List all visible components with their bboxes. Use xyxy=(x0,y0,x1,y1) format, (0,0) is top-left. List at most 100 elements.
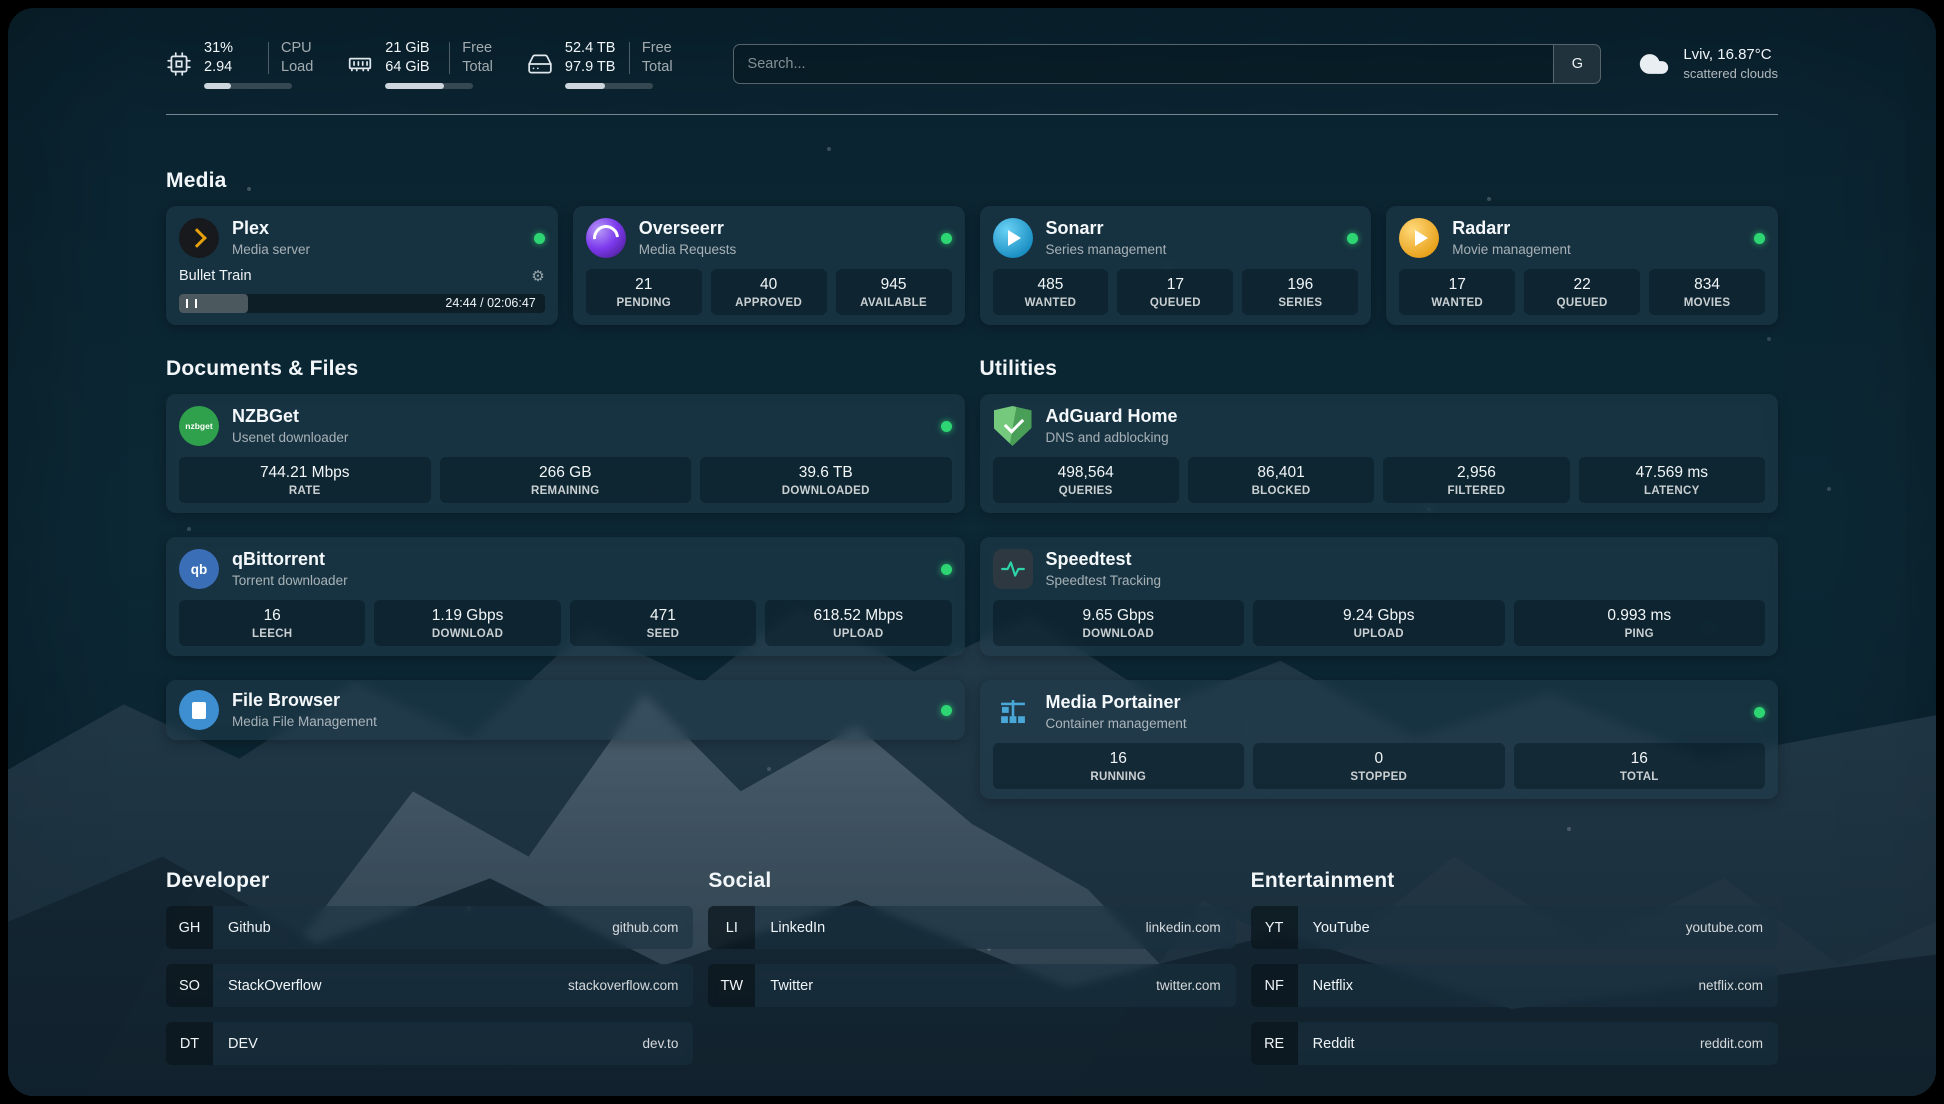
service-card-qbittorrent[interactable]: qb qBittorrent Torrent downloader 16 LEE… xyxy=(166,537,965,656)
memory-progress-bar xyxy=(385,83,473,89)
adguard-icon xyxy=(993,406,1033,446)
service-card-portainer[interactable]: Media Portainer Container management 16 … xyxy=(980,680,1779,799)
stat-blocked: 86,401 BLOCKED xyxy=(1188,457,1374,503)
search-bar: G xyxy=(733,44,1602,84)
cpu-load-label: Load xyxy=(281,58,313,77)
bookmark-row-github[interactable]: GH Github github.com xyxy=(166,906,693,949)
weather-location-temp: Lviv, 16.87°C xyxy=(1683,45,1778,65)
divider xyxy=(449,42,450,74)
service-subtitle: DNS and adblocking xyxy=(1046,430,1178,447)
memory-total-value: 64 GiB xyxy=(385,58,437,77)
stat-queries: 498,564 QUERIES xyxy=(993,457,1179,503)
service-card-radarr[interactable]: Radarr Movie management 17 WANTED 22 QUE… xyxy=(1386,206,1778,325)
stat-upload: 618.52 Mbps UPLOAD xyxy=(765,600,951,646)
disk-icon xyxy=(527,51,553,77)
memory-free-label: Free xyxy=(462,39,493,58)
search-input[interactable] xyxy=(734,45,1554,83)
section-title-documents: Documents & Files xyxy=(166,357,965,381)
service-name: AdGuard Home xyxy=(1046,405,1178,428)
memory-icon xyxy=(347,51,373,77)
bookmark-row-netflix[interactable]: NF Netflix netflix.com xyxy=(1251,964,1778,1007)
status-dot xyxy=(941,564,952,575)
bookmark-abbr: SO xyxy=(166,964,213,1007)
section-title-utilities: Utilities xyxy=(980,357,1779,381)
stat-filtered: 2,956 FILTERED xyxy=(1383,457,1569,503)
bookmark-name: Twitter xyxy=(770,978,813,994)
cpu-icon xyxy=(166,51,192,77)
stat-ping: 0.993 ms PING xyxy=(1514,600,1766,646)
section-title-entertainment: Entertainment xyxy=(1251,869,1778,893)
disk-widget: 52.4 TB 97.9 TB Free Total xyxy=(527,39,673,89)
disk-total-label: Total xyxy=(642,58,673,77)
service-name: Media Portainer xyxy=(1046,691,1187,714)
radarr-icon xyxy=(1399,218,1439,258)
dashboard-stage: 31% 2.94 CPU Load xyxy=(0,0,1944,1104)
service-name: File Browser xyxy=(232,689,377,712)
bookmark-row-youtube[interactable]: YT YouTube youtube.com xyxy=(1251,906,1778,949)
dashboard-screen: 31% 2.94 CPU Load xyxy=(8,8,1936,1096)
stat-wanted: 17 WANTED xyxy=(1399,269,1515,315)
service-name: Radarr xyxy=(1452,217,1571,240)
qbittorrent-icon: qb xyxy=(179,549,219,589)
service-subtitle: Media Requests xyxy=(639,242,737,259)
status-dot xyxy=(1754,707,1765,718)
service-card-plex[interactable]: Plex Media server Bullet Train ⚙ 24:44 /… xyxy=(166,206,558,325)
disk-progress-bar xyxy=(565,83,653,89)
service-card-overseerr[interactable]: Overseerr Media Requests 21 PENDING 40 A… xyxy=(573,206,965,325)
overseerr-icon xyxy=(586,218,626,258)
service-name: NZBGet xyxy=(232,405,348,428)
speedtest-icon xyxy=(993,549,1033,589)
bookmark-url: dev.to xyxy=(643,1036,679,1051)
stat-wanted: 485 WANTED xyxy=(993,269,1109,315)
pause-button[interactable] xyxy=(186,299,197,308)
bookmark-row-dev[interactable]: DT DEV dev.to xyxy=(166,1022,693,1065)
service-subtitle: Media File Management xyxy=(232,714,377,731)
service-card-nzbget[interactable]: nzbget NZBGet Usenet downloader 744.21 M… xyxy=(166,394,965,513)
bookmark-row-linkedin[interactable]: LI LinkedIn linkedin.com xyxy=(708,906,1235,949)
status-dot xyxy=(941,233,952,244)
service-name: qBittorrent xyxy=(232,548,348,571)
stat-downloaded: 39.6 TB DOWNLOADED xyxy=(700,457,952,503)
filebrowser-icon xyxy=(179,690,219,730)
stat-stopped: 0 STOPPED xyxy=(1253,743,1505,789)
bookmark-url: github.com xyxy=(612,920,678,935)
service-name: Sonarr xyxy=(1046,217,1167,240)
now-playing-title: Bullet Train xyxy=(179,268,252,284)
stat-leech: 16 LEECH xyxy=(179,600,365,646)
memory-widget: 21 GiB 64 GiB Free Total xyxy=(347,39,493,89)
divider xyxy=(629,42,630,74)
stat-approved: 40 APPROVED xyxy=(711,269,827,315)
service-card-filebrowser[interactable]: File Browser Media File Management xyxy=(166,680,965,740)
service-card-adguard[interactable]: AdGuard Home DNS and adblocking 498,564 … xyxy=(980,394,1779,513)
memory-total-label: Total xyxy=(462,58,493,77)
portainer-icon xyxy=(993,692,1033,732)
gear-icon[interactable]: ⚙ xyxy=(531,267,544,285)
search-provider-button[interactable]: G xyxy=(1553,45,1600,83)
playback-time: 24:44 / 02:06:47 xyxy=(445,296,535,310)
service-card-sonarr[interactable]: Sonarr Series management 485 WANTED 17 Q… xyxy=(980,206,1372,325)
bookmark-abbr: YT xyxy=(1251,906,1298,949)
bookmark-row-twitter[interactable]: TW Twitter twitter.com xyxy=(708,964,1235,1007)
plex-icon xyxy=(179,218,219,258)
disk-free-label: Free xyxy=(642,39,673,58)
bookmark-url: stackoverflow.com xyxy=(568,978,678,993)
status-dot xyxy=(941,421,952,432)
stat-upload: 9.24 Gbps UPLOAD xyxy=(1253,600,1505,646)
playback-bar[interactable]: 24:44 / 02:06:47 xyxy=(179,294,545,313)
service-subtitle: Media server xyxy=(232,242,310,259)
bookmark-abbr: TW xyxy=(708,964,755,1007)
bookmark-url: linkedin.com xyxy=(1146,920,1221,935)
bookmark-row-stackoverflow[interactable]: SO StackOverflow stackoverflow.com xyxy=(166,964,693,1007)
divider xyxy=(268,42,269,74)
service-card-speedtest[interactable]: Speedtest Speedtest Tracking 9.65 Gbps D… xyxy=(980,537,1779,656)
header-divider xyxy=(166,114,1778,115)
sonarr-icon xyxy=(993,218,1033,258)
bookmark-name: YouTube xyxy=(1313,920,1370,936)
top-bar: 31% 2.94 CPU Load xyxy=(166,8,1778,94)
bookmark-row-reddit[interactable]: RE Reddit reddit.com xyxy=(1251,1022,1778,1065)
stat-latency: 47.569 ms LATENCY xyxy=(1579,457,1765,503)
status-dot xyxy=(941,705,952,716)
stat-series: 196 SERIES xyxy=(1242,269,1358,315)
service-name: Speedtest xyxy=(1046,548,1162,571)
status-dot xyxy=(1347,233,1358,244)
